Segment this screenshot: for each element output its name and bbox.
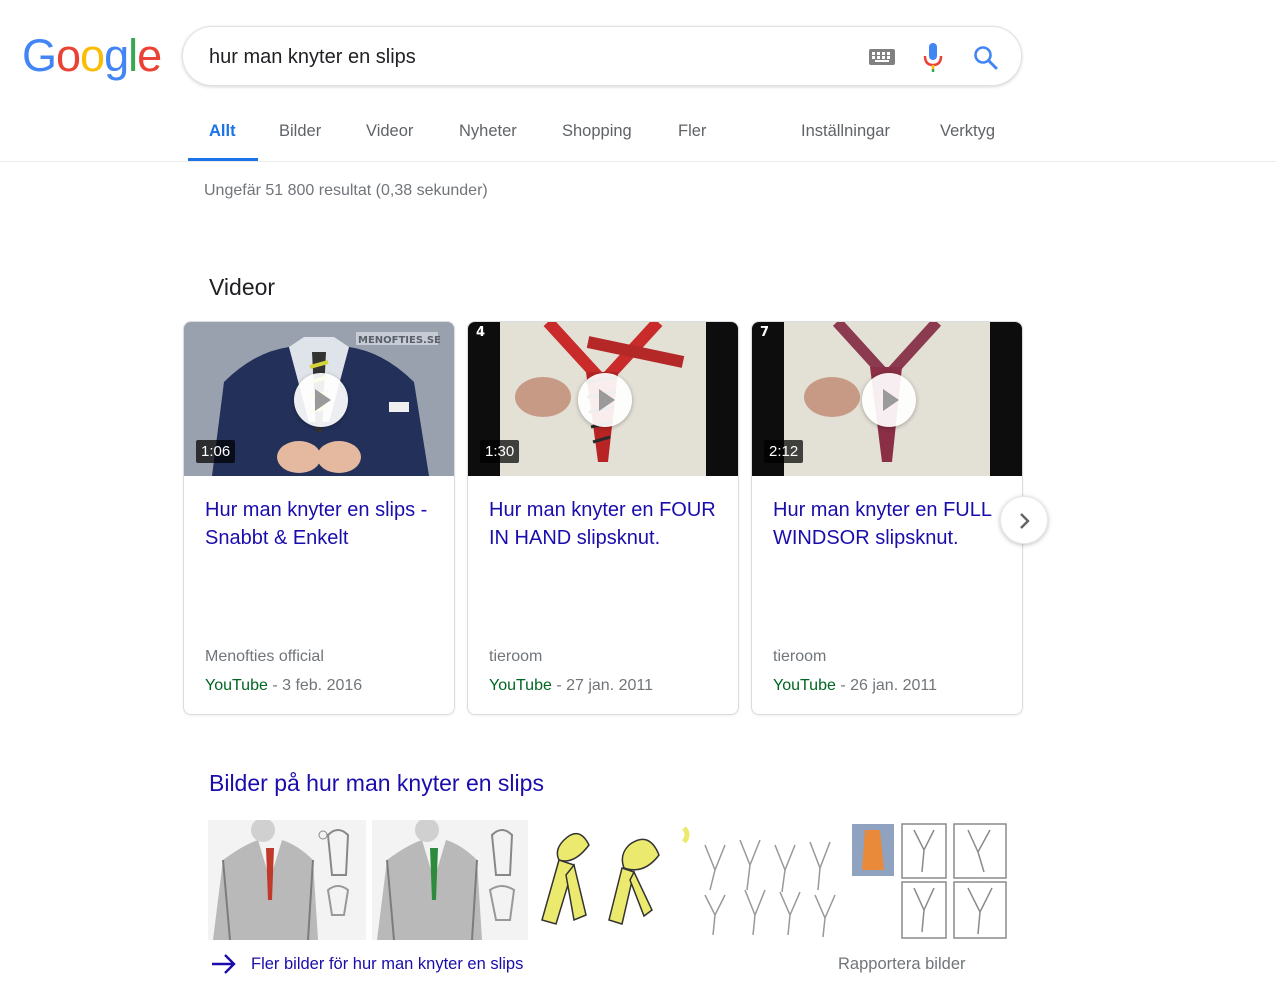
arrow-right-icon <box>212 954 236 974</box>
header-divider <box>0 161 1276 162</box>
video-thumbnail[interactable]: 7 2:12 <box>752 322 1022 476</box>
image-thumbnail[interactable] <box>372 820 528 940</box>
tab-shopping[interactable]: Shopping <box>562 122 632 141</box>
search-input[interactable] <box>209 41 829 73</box>
tab-all[interactable]: Allt <box>209 122 236 141</box>
play-icon[interactable] <box>294 373 348 427</box>
chevron-right-icon <box>1020 513 1030 529</box>
carousel-next-button[interactable] <box>1000 496 1048 544</box>
tab-news[interactable]: Nyheter <box>459 122 517 141</box>
video-date: - 26 jan. 2011 <box>835 677 937 694</box>
play-icon[interactable] <box>578 373 632 427</box>
step-number: 7 <box>760 325 769 340</box>
microphone-icon[interactable] <box>923 43 943 78</box>
keyboard-icon[interactable] <box>869 49 895 70</box>
video-channel: tieroom <box>773 648 827 665</box>
result-stats: Ungefär 51 800 resultat (0,38 sekunder) <box>204 182 488 199</box>
video-title-link[interactable]: Hur man knyter en slips - Snabbt & Enkel… <box>205 496 440 552</box>
video-channel: Menofties official <box>205 648 324 665</box>
video-card[interactable]: 7 2:12 Hur man knyter en FULL WINDSOR sl… <box>751 321 1023 715</box>
video-duration: 1:06 <box>196 440 236 463</box>
search-icon[interactable] <box>973 45 999 76</box>
video-duration: 2:12 <box>764 440 804 463</box>
tab-images[interactable]: Bilder <box>279 122 321 141</box>
video-channel: tieroom <box>489 648 543 665</box>
search-box <box>182 26 1022 86</box>
tab-more[interactable]: Fler <box>678 122 706 141</box>
tab-tools[interactable]: Verktyg <box>940 122 995 141</box>
video-source: YouTube <box>773 677 836 694</box>
video-card[interactable]: 4 1:30 Hur man knyter en FOUR IN HAND sl… <box>467 321 739 715</box>
video-source: YouTube <box>205 677 268 694</box>
video-duration: 1:30 <box>480 440 520 463</box>
images-heading-link[interactable]: Bilder på hur man knyter en slips <box>209 770 544 797</box>
image-thumbnail[interactable] <box>534 820 690 940</box>
step-number: 4 <box>476 325 485 340</box>
video-source-date: YouTube - 27 jan. 2011 <box>489 677 653 695</box>
google-logo[interactable]: Google <box>22 30 162 82</box>
thumbnail-watermark: MENOFTIES.SE <box>358 335 441 346</box>
video-source-date: YouTube - 3 feb. 2016 <box>205 677 362 695</box>
report-images-link[interactable]: Rapportera bilder <box>838 955 966 974</box>
image-thumbnail[interactable] <box>850 820 1008 940</box>
video-date: - 27 jan. 2011 <box>551 677 653 694</box>
more-images-label[interactable]: Fler bilder för hur man knyter en slips <box>251 955 523 974</box>
video-title-link[interactable]: Hur man knyter en FULL WINDSOR slipsknut… <box>773 496 1008 552</box>
image-thumbnail[interactable] <box>690 820 846 940</box>
videos-heading: Videor <box>209 274 276 300</box>
tab-settings[interactable]: Inställningar <box>801 122 890 141</box>
video-source: YouTube <box>489 677 552 694</box>
video-title-link[interactable]: Hur man knyter en FOUR IN HAND slipsknut… <box>489 496 724 552</box>
play-icon[interactable] <box>862 373 916 427</box>
video-source-date: YouTube - 26 jan. 2011 <box>773 677 937 695</box>
video-thumbnail[interactable]: MENOFTIES.SE 1:06 <box>184 322 454 476</box>
video-date: - 3 feb. 2016 <box>267 677 363 694</box>
video-thumbnail[interactable]: 4 1:30 <box>468 322 738 476</box>
video-card[interactable]: MENOFTIES.SE 1:06 Hur man knyter en slip… <box>183 321 455 715</box>
tab-videos[interactable]: Videor <box>366 122 413 141</box>
image-thumbnail[interactable] <box>208 820 366 940</box>
